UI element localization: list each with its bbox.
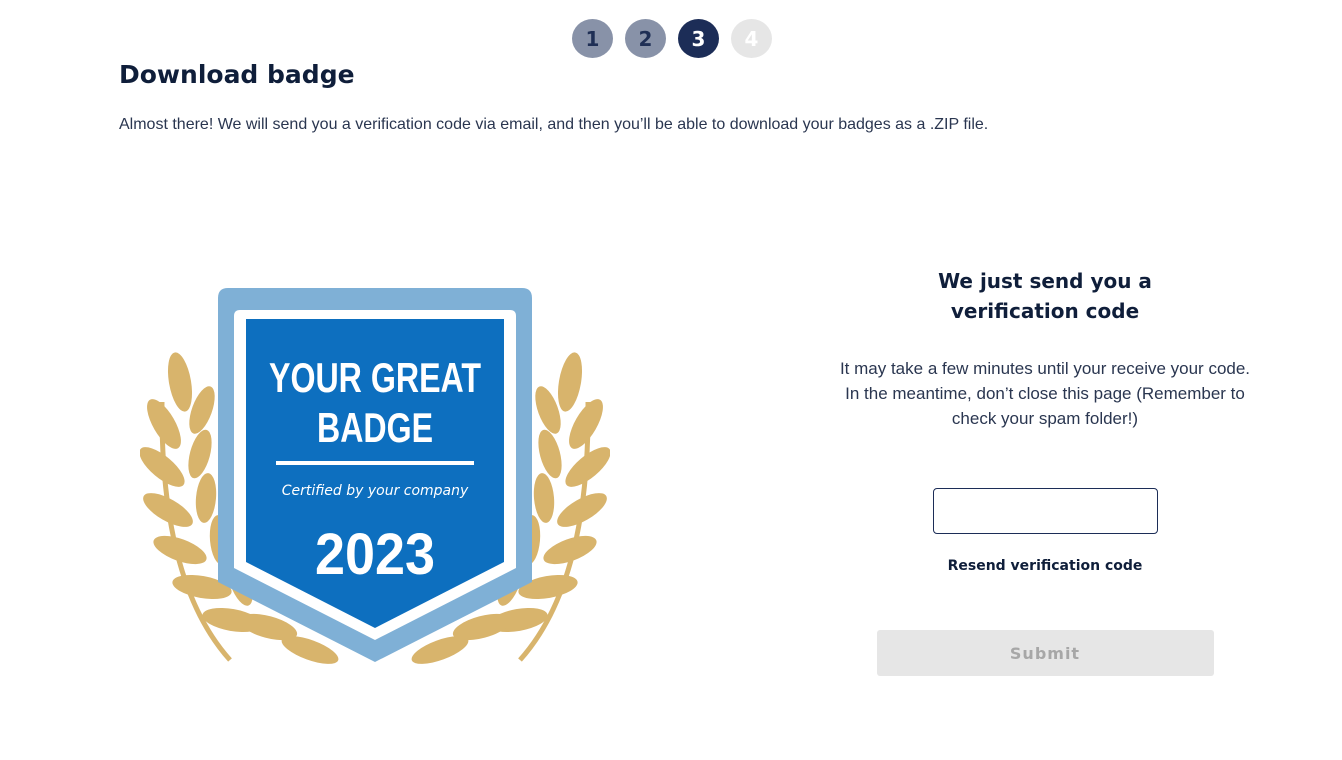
- submit-button[interactable]: Submit: [876, 630, 1214, 676]
- intro-text: Almost there! We will send you a verific…: [119, 116, 989, 133]
- verification-code-input[interactable]: [932, 488, 1158, 534]
- step-4: 4: [731, 19, 772, 58]
- step-2: 2: [625, 19, 666, 58]
- verification-panel: We just send you a verification code It …: [820, 266, 1270, 676]
- badge-divider: [276, 461, 474, 465]
- badge-graphic: YOUR GREAT BADGE Certified by your compa…: [139, 288, 611, 664]
- badge-year: 2023: [315, 522, 435, 587]
- page-title: Download badge: [119, 60, 355, 89]
- badge-title-line1: YOUR GREAT: [269, 354, 481, 401]
- step-3: 3: [678, 19, 719, 58]
- verification-heading: We just send you a verification code: [938, 269, 1152, 323]
- resend-code-link[interactable]: Resend verification code: [820, 558, 1270, 574]
- verification-description: It may take a few minutes until your rec…: [839, 359, 1251, 428]
- badge-image: YOUR GREAT BADGE Certified by your compa…: [139, 282, 611, 677]
- step-1: 1: [572, 19, 613, 58]
- badge-title-line2: BADGE: [317, 404, 433, 451]
- badge-subtitle: Certified by your company: [282, 483, 469, 499]
- progress-stepper: 1 2 3 4: [572, 19, 772, 58]
